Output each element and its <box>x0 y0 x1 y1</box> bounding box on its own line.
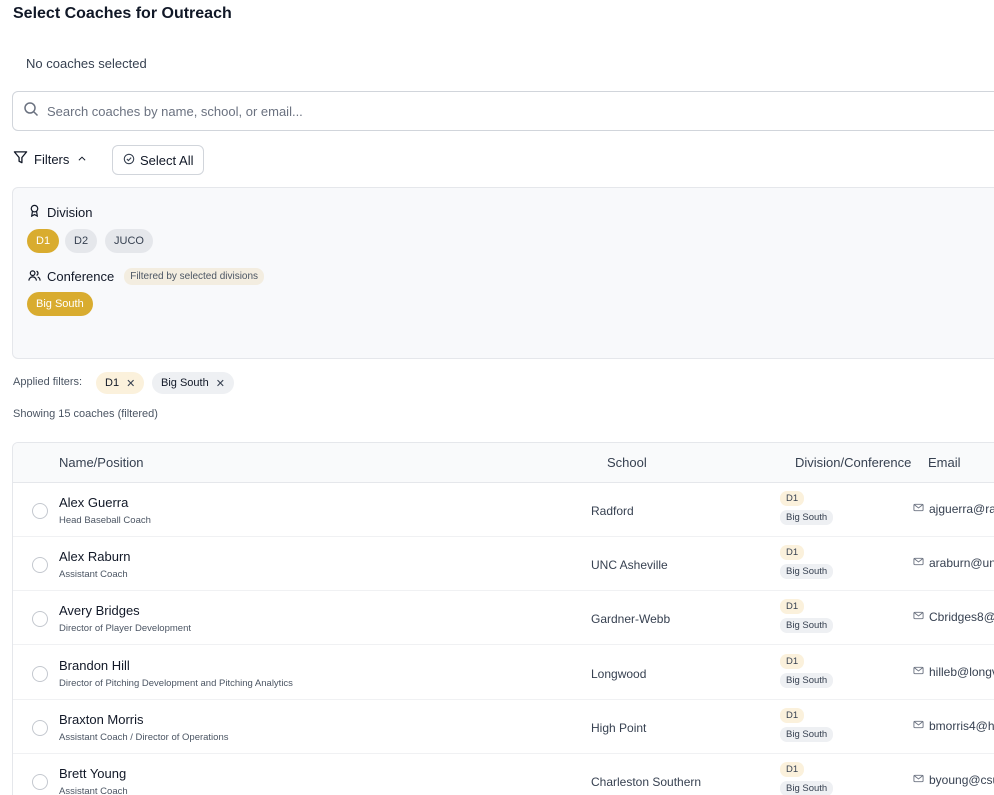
email-cell[interactable]: araburn@un <box>913 556 994 570</box>
column-header-email[interactable]: Email <box>928 455 961 470</box>
division-chip-juco[interactable]: JUCO <box>105 229 153 253</box>
coach-position: Director of Pitching Development and Pit… <box>59 678 293 689</box>
coach-position: Head Baseball Coach <box>59 515 151 526</box>
coach-school: High Point <box>591 721 647 735</box>
applied-filters-label: Applied filters: <box>13 376 83 388</box>
row-select-radio[interactable] <box>32 611 48 627</box>
row-select-radio[interactable] <box>32 503 48 519</box>
email-cell[interactable]: byoung@csu <box>913 773 994 787</box>
email-cell[interactable]: ajguerra@ra <box>913 502 994 516</box>
select-all-label: Select All <box>140 152 194 168</box>
coach-school: Charleston Southern <box>591 775 702 789</box>
filters-label: Filters <box>34 151 70 167</box>
division-chip-d2[interactable]: D2 <box>65 229 98 253</box>
applied-filter-big-south[interactable]: Big South ✕ <box>152 372 234 394</box>
table-row[interactable]: Brett Young Assistant Coach Charleston S… <box>13 754 994 795</box>
conference-badge: Big South <box>780 727 834 742</box>
coach-name: Alex Guerra <box>59 495 129 510</box>
coach-school: UNC Asheville <box>591 558 668 572</box>
division-badge: D1 <box>780 599 805 614</box>
mail-icon <box>913 719 924 733</box>
search-box[interactable] <box>12 91 994 131</box>
coach-position: Assistant Coach <box>59 786 128 795</box>
coach-name: Brett Young <box>59 766 127 781</box>
column-header-name[interactable]: Name/Position <box>59 455 144 470</box>
coach-name: Brandon Hill <box>59 658 130 673</box>
coach-email: ajguerra@ra <box>929 502 994 516</box>
email-cell[interactable]: Cbridges8@ <box>913 610 994 624</box>
coach-name: Alex Raburn <box>59 549 131 564</box>
coach-school: Radford <box>591 504 634 518</box>
division-badge: D1 <box>780 762 805 777</box>
mail-icon <box>913 773 924 787</box>
coach-email: byoung@csu <box>929 773 994 787</box>
filters-toggle[interactable]: Filters <box>13 150 87 168</box>
division-chip-d1[interactable]: D1 <box>27 229 60 253</box>
conference-label-text: Conference <box>47 269 115 284</box>
filter-panel: Division D1 D2 JUCO Conference Filtered … <box>12 187 994 359</box>
conference-badge: Big South <box>780 510 834 525</box>
row-select-radio[interactable] <box>32 666 48 682</box>
division-badge: D1 <box>780 654 805 669</box>
email-cell[interactable]: hilleb@longv <box>913 665 994 679</box>
remove-icon[interactable]: ✕ <box>216 377 225 390</box>
result-count: Showing 15 coaches (filtered) <box>13 408 158 420</box>
applied-filter-d1[interactable]: D1 ✕ <box>96 372 145 394</box>
conference-badge: Big South <box>780 564 834 579</box>
coach-email: bmorris4@h <box>929 719 994 733</box>
coach-email: araburn@un <box>929 556 994 570</box>
conference-badge: Big South <box>780 781 834 795</box>
coach-name: Braxton Morris <box>59 712 144 727</box>
column-header-division[interactable]: Division/Conference <box>795 455 911 470</box>
conference-chip-big-south[interactable]: Big South <box>27 292 93 316</box>
award-icon <box>28 204 41 220</box>
coach-position: Director of Player Development <box>59 623 191 634</box>
conference-badge: Big South <box>780 673 834 688</box>
coach-school: Gardner-Webb <box>591 612 671 626</box>
row-select-radio[interactable] <box>32 557 48 573</box>
division-badge: D1 <box>780 545 805 560</box>
email-cell[interactable]: bmorris4@h <box>913 719 994 733</box>
coach-email: hilleb@longv <box>929 665 994 679</box>
applied-filter-label: Big South <box>161 377 209 389</box>
coach-position: Assistant Coach <box>59 569 128 580</box>
mail-icon <box>913 556 924 570</box>
table-row[interactable]: Brandon Hill Director of Pitching Develo… <box>13 646 994 700</box>
search-input[interactable] <box>47 103 847 119</box>
table-row[interactable]: Avery Bridges Director of Player Develop… <box>13 591 994 645</box>
check-circle-icon <box>123 153 135 168</box>
row-select-radio[interactable] <box>32 720 48 736</box>
coaches-table: Name/Position School Division/Conference… <box>12 442 994 795</box>
table-row[interactable]: Braxton Morris Assistant Coach / Directo… <box>13 700 994 754</box>
coach-position: Assistant Coach / Director of Operations <box>59 732 229 743</box>
filter-icon <box>13 150 28 168</box>
division-label: Division <box>28 204 93 220</box>
coach-school: Longwood <box>591 667 647 681</box>
page-title: Select Coaches for Outreach <box>13 5 232 22</box>
select-all-button[interactable]: Select All <box>112 145 205 175</box>
conference-badge: Big South <box>780 618 834 633</box>
conference-hint: Filtered by selected divisions <box>124 268 265 285</box>
mail-icon <box>913 502 924 516</box>
mail-icon <box>913 665 924 679</box>
column-header-school[interactable]: School <box>607 455 647 470</box>
chevron-up-icon <box>75 152 87 167</box>
division-label-text: Division <box>47 204 93 220</box>
coach-email: Cbridges8@ <box>929 610 994 624</box>
search-icon <box>23 101 39 122</box>
mail-icon <box>913 610 924 624</box>
row-select-radio[interactable] <box>32 774 48 790</box>
table-row[interactable]: Alex Raburn Assistant Coach UNC Ashevill… <box>13 537 994 591</box>
selection-status: No coaches selected <box>26 56 147 71</box>
users-icon <box>28 269 41 285</box>
coach-name: Avery Bridges <box>59 603 140 618</box>
table-header: Name/Position School Division/Conference… <box>13 443 994 483</box>
remove-icon[interactable]: ✕ <box>126 377 135 390</box>
applied-filter-label: D1 <box>105 377 120 389</box>
table-row[interactable]: Alex Guerra Head Baseball Coach Radford … <box>13 483 994 537</box>
conference-label: Conference Filtered by selected division… <box>28 268 265 285</box>
division-badge: D1 <box>780 708 805 723</box>
division-badge: D1 <box>780 491 805 506</box>
